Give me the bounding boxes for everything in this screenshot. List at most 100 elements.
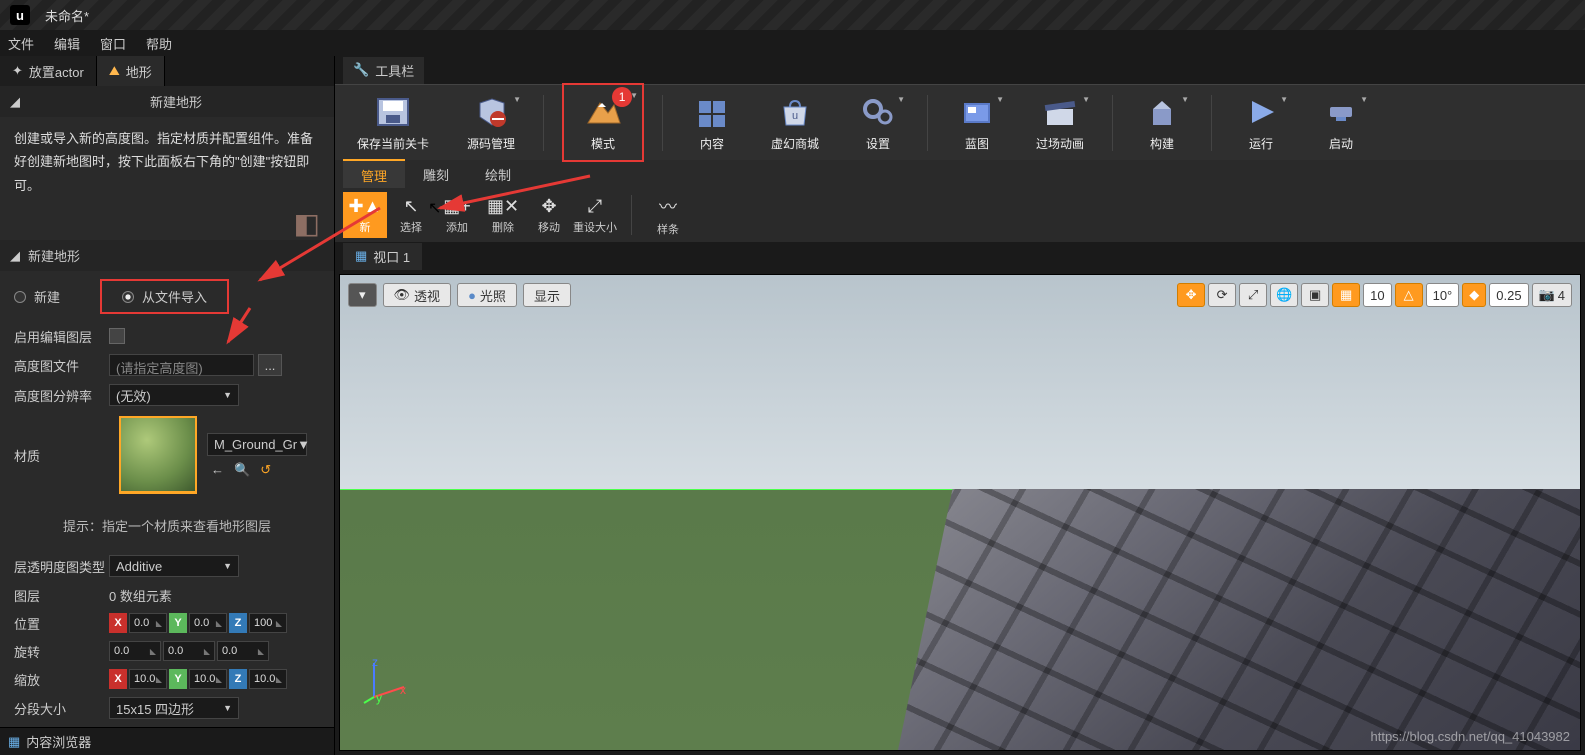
wrench-icon: 🔧 xyxy=(353,62,369,78)
chevron-down-icon: ▼ xyxy=(513,95,521,104)
build-button[interactable]: 构建▼ xyxy=(1131,89,1193,156)
mode-tools: ✚▲新 ↖选择 ▦+添加 ▦✕删除 ✥移动 ⤢重设大小 〰样条 xyxy=(335,188,1585,242)
subtab-sculpt[interactable]: 雕刻 xyxy=(405,160,467,189)
coord-space-button[interactable]: 🌐 xyxy=(1270,283,1298,307)
subtab-paint[interactable]: 绘制 xyxy=(467,160,529,189)
settings-button[interactable]: 设置▼ xyxy=(847,89,909,156)
menu-window[interactable]: 窗口 xyxy=(100,34,126,53)
scale-snap-button[interactable]: ◆ xyxy=(1462,283,1486,307)
camera-speed-button[interactable]: 📷 4 xyxy=(1532,283,1572,307)
browse-button[interactable]: ... xyxy=(258,354,282,376)
menu-edit[interactable]: 编辑 xyxy=(54,34,80,53)
chevron-down-icon: ▼ xyxy=(897,95,905,104)
input-scale-x[interactable]: 10.0◣ xyxy=(129,669,167,689)
tab-toolbar[interactable]: 🔧 工具栏 xyxy=(343,57,424,84)
cube-icon: ◧ xyxy=(294,207,320,240)
reset-icon[interactable]: ↺ xyxy=(260,462,271,478)
label-scale: 缩放 xyxy=(14,670,109,689)
chevron-down-icon: ▼ xyxy=(996,95,1004,104)
section-new-landscape[interactable]: ◢ 新建地形 xyxy=(0,86,334,117)
tool-select[interactable]: ↖选择 xyxy=(389,192,433,238)
badge-count: 1 xyxy=(612,87,632,107)
place-actor-icon: ✦ xyxy=(12,63,23,79)
grid-snap-value[interactable]: 10 xyxy=(1363,283,1391,307)
launch-button[interactable]: 启动▼ xyxy=(1310,89,1372,156)
input-rot-z[interactable]: 0.0◣ xyxy=(217,641,269,661)
viewport-icon: ▦ xyxy=(355,248,367,264)
tab-landscape[interactable]: ⛰ 地形 xyxy=(97,56,165,86)
blueprints-button[interactable]: 蓝图▼ xyxy=(946,89,1008,156)
play-button[interactable]: 运行▼ xyxy=(1230,89,1292,156)
tool-resize[interactable]: ⤢重设大小 xyxy=(573,192,617,238)
lit-mode-button[interactable]: ●光照 xyxy=(457,283,517,307)
landscape-subtabs: 管理 雕刻 绘制 xyxy=(335,160,1585,188)
label-section-size: 分段大小 xyxy=(14,699,109,718)
dropdown-section-size[interactable]: 15x15 四边形▼ xyxy=(109,697,239,719)
tab-place-actor[interactable]: ✦ 放置actor xyxy=(0,56,97,86)
subtab-manage[interactable]: 管理 xyxy=(343,159,405,190)
terrain-path xyxy=(898,489,1580,750)
plus-mountain-icon: ✚▲ xyxy=(349,196,382,217)
eye-icon: 👁 xyxy=(394,287,411,303)
viewport-3d[interactable]: ▾ 👁透视 ●光照 显示 ✥ ⟳ ⤢ 🌐 ▣ ▦ 10 △ 10° ◆ 0.2 xyxy=(339,274,1581,751)
dropdown-material-name[interactable]: M_Ground_Gr▼ xyxy=(207,433,307,456)
content-icon xyxy=(693,95,731,129)
modes-button[interactable]: 模式▼ 1 xyxy=(562,83,644,162)
tool-new[interactable]: ✚▲新 xyxy=(343,192,387,238)
menu-help[interactable]: 帮助 xyxy=(146,34,172,53)
input-loc-z[interactable]: 100◣ xyxy=(249,613,287,633)
angle-snap-value[interactable]: 10° xyxy=(1426,283,1460,307)
search-icon[interactable]: 🔍 xyxy=(234,462,250,478)
left-panel: ✦ 放置actor ⛰ 地形 ◢ 新建地形 创建或导入新的高度图。指定材质并配置… xyxy=(0,56,335,755)
grid-snap-button[interactable]: ▦ xyxy=(1332,283,1360,307)
radio-new[interactable]: 新建 xyxy=(14,287,60,306)
input-scale-y[interactable]: 10.0◣ xyxy=(189,669,227,689)
axis-y-icon: Y xyxy=(169,613,187,633)
dropdown-layer-alpha-type[interactable]: Additive▼ xyxy=(109,555,239,577)
radio-import-from-file[interactable]: 从文件导入 xyxy=(100,279,229,314)
cursor-icon: ↖ xyxy=(403,196,418,217)
perspective-button[interactable]: 👁透视 xyxy=(383,283,452,307)
tool-spline[interactable]: 〰样条 xyxy=(646,192,690,238)
input-loc-x[interactable]: 0.0◣ xyxy=(129,613,167,633)
sphere-icon: ● xyxy=(468,288,476,303)
show-button[interactable]: 显示 xyxy=(523,283,571,307)
chevron-down-icon: ◢ xyxy=(10,94,20,110)
radio-icon xyxy=(14,291,26,303)
titlebar: u 未命名* xyxy=(0,0,1585,30)
scale-snap-value[interactable]: 0.25 xyxy=(1489,283,1528,307)
tab-viewport[interactable]: ▦ 视口 1 xyxy=(343,243,422,270)
marketplace-button[interactable]: u 虚幻商城 xyxy=(761,89,829,156)
tool-delete[interactable]: ▦✕删除 xyxy=(481,192,525,238)
input-loc-y[interactable]: 0.0◣ xyxy=(189,613,227,633)
surface-snap-button[interactable]: ▣ xyxy=(1301,283,1329,307)
scale-tool[interactable]: ⤢ xyxy=(1239,283,1267,307)
input-rot-y[interactable]: 0.0◣ xyxy=(163,641,215,661)
dropdown-heightmap-resolution[interactable]: (无效)▼ xyxy=(109,384,239,406)
rotate-tool[interactable]: ⟳ xyxy=(1208,283,1236,307)
add-icon: ▦+ xyxy=(443,196,471,217)
input-scale-z[interactable]: 10.0◣ xyxy=(249,669,287,689)
tool-add[interactable]: ▦+添加 xyxy=(435,192,479,238)
angle-snap-button[interactable]: △ xyxy=(1395,283,1423,307)
chevron-down-icon: ▼ xyxy=(297,437,310,452)
checkbox-enable-edit-layers[interactable] xyxy=(109,328,125,344)
save-level-button[interactable]: 保存当前关卡 xyxy=(347,89,439,156)
cinematics-button[interactable]: 过场动画▼ xyxy=(1026,89,1094,156)
source-icon xyxy=(472,95,510,129)
translate-tool[interactable]: ✥ xyxy=(1177,283,1205,307)
input-heightmap-file[interactable]: (请指定高度图) xyxy=(109,354,254,376)
axis-x-icon: X xyxy=(109,613,127,633)
source-control-button[interactable]: 源码管理▼ xyxy=(457,89,525,156)
back-icon[interactable]: ← xyxy=(211,462,224,478)
menu-file[interactable]: 文件 xyxy=(8,34,34,53)
material-thumbnail[interactable] xyxy=(119,416,197,494)
section-new-landscape-2[interactable]: ◢ 新建地形 xyxy=(0,240,334,271)
tool-move[interactable]: ✥移动 xyxy=(527,192,571,238)
gears-icon xyxy=(859,95,897,129)
viewport-options-button[interactable]: ▾ xyxy=(348,283,377,307)
content-button[interactable]: 内容 xyxy=(681,89,743,156)
bag-icon: u xyxy=(776,95,814,129)
input-rot-x[interactable]: 0.0◣ xyxy=(109,641,161,661)
tab-content-browser[interactable]: 内容浏览器 xyxy=(26,732,91,751)
